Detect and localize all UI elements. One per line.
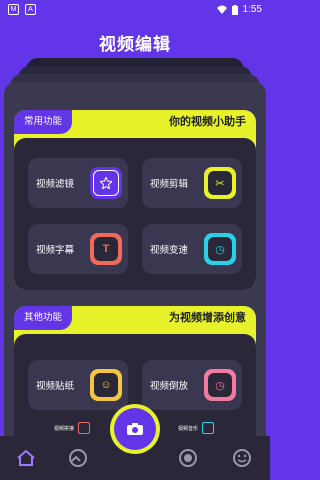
status-bar: M A 1:55 bbox=[0, 0, 270, 20]
tile-label: 视频滤镜 bbox=[36, 179, 75, 190]
tile-label: 视频剪辑 bbox=[150, 179, 189, 190]
photo-icon[interactable] bbox=[68, 448, 88, 468]
common-functions-section: 常用功能 你的视频小助手 视频滤镜 视频剪辑 ✂ 视频字幕 T 视频变速 ◷ bbox=[14, 110, 256, 290]
notification-icon: A bbox=[25, 4, 36, 15]
camera-icon bbox=[127, 423, 143, 435]
tile-label: 视频变速 bbox=[150, 245, 189, 256]
scissors-icon: ✂ bbox=[204, 167, 236, 199]
text-icon: T bbox=[90, 233, 122, 265]
reverse-icon: ◷ bbox=[204, 369, 236, 401]
status-time: 1:55 bbox=[242, 4, 262, 15]
mini-tile-label: 视频音乐 bbox=[178, 425, 199, 432]
music-icon bbox=[202, 422, 215, 434]
battery-icon bbox=[231, 4, 238, 15]
tile-label: 视频字幕 bbox=[36, 245, 75, 256]
tile-label: 视频贴纸 bbox=[36, 381, 75, 392]
page-title: 视频编辑 bbox=[99, 35, 171, 54]
section-slogan: 你的视频小助手 bbox=[169, 116, 246, 128]
camera-button[interactable] bbox=[114, 408, 156, 450]
video-speed-button[interactable]: 视频变速 ◷ bbox=[142, 224, 242, 274]
mini-tile[interactable]: 视频拼接 bbox=[54, 422, 91, 434]
record-icon[interactable] bbox=[178, 448, 198, 468]
video-subtitle-button[interactable]: 视频字幕 T bbox=[28, 224, 128, 274]
wifi-icon bbox=[216, 5, 227, 14]
video-reverse-button[interactable]: 视频倒放 ◷ bbox=[142, 360, 242, 410]
smile-icon[interactable] bbox=[232, 448, 252, 468]
filter-icon bbox=[90, 167, 122, 199]
tile-label: 视频倒放 bbox=[150, 381, 189, 392]
section-grid: 视频滤镜 视频剪辑 ✂ 视频字幕 T 视频变速 ◷ bbox=[14, 138, 256, 290]
video-cut-button[interactable]: 视频剪辑 ✂ bbox=[142, 158, 242, 208]
section-slogan: 为视频增添创意 bbox=[169, 312, 246, 324]
status-right: 1:55 bbox=[216, 4, 262, 15]
home-icon[interactable] bbox=[16, 448, 36, 468]
speed-icon: ◷ bbox=[204, 233, 236, 265]
notification-icon: M bbox=[8, 4, 19, 15]
merge-icon bbox=[78, 422, 91, 434]
section-tag: 其他功能 bbox=[14, 306, 73, 330]
mini-tile[interactable]: 视频音乐 bbox=[178, 422, 215, 434]
section-tag: 常用功能 bbox=[14, 110, 73, 134]
mini-tile-label: 视频拼接 bbox=[54, 425, 75, 432]
video-filter-button[interactable]: 视频滤镜 bbox=[28, 158, 128, 208]
sticker-icon: ☺ bbox=[90, 369, 122, 401]
video-sticker-button[interactable]: 视频贴纸 ☺ bbox=[28, 360, 128, 410]
status-left: M A bbox=[8, 4, 36, 15]
